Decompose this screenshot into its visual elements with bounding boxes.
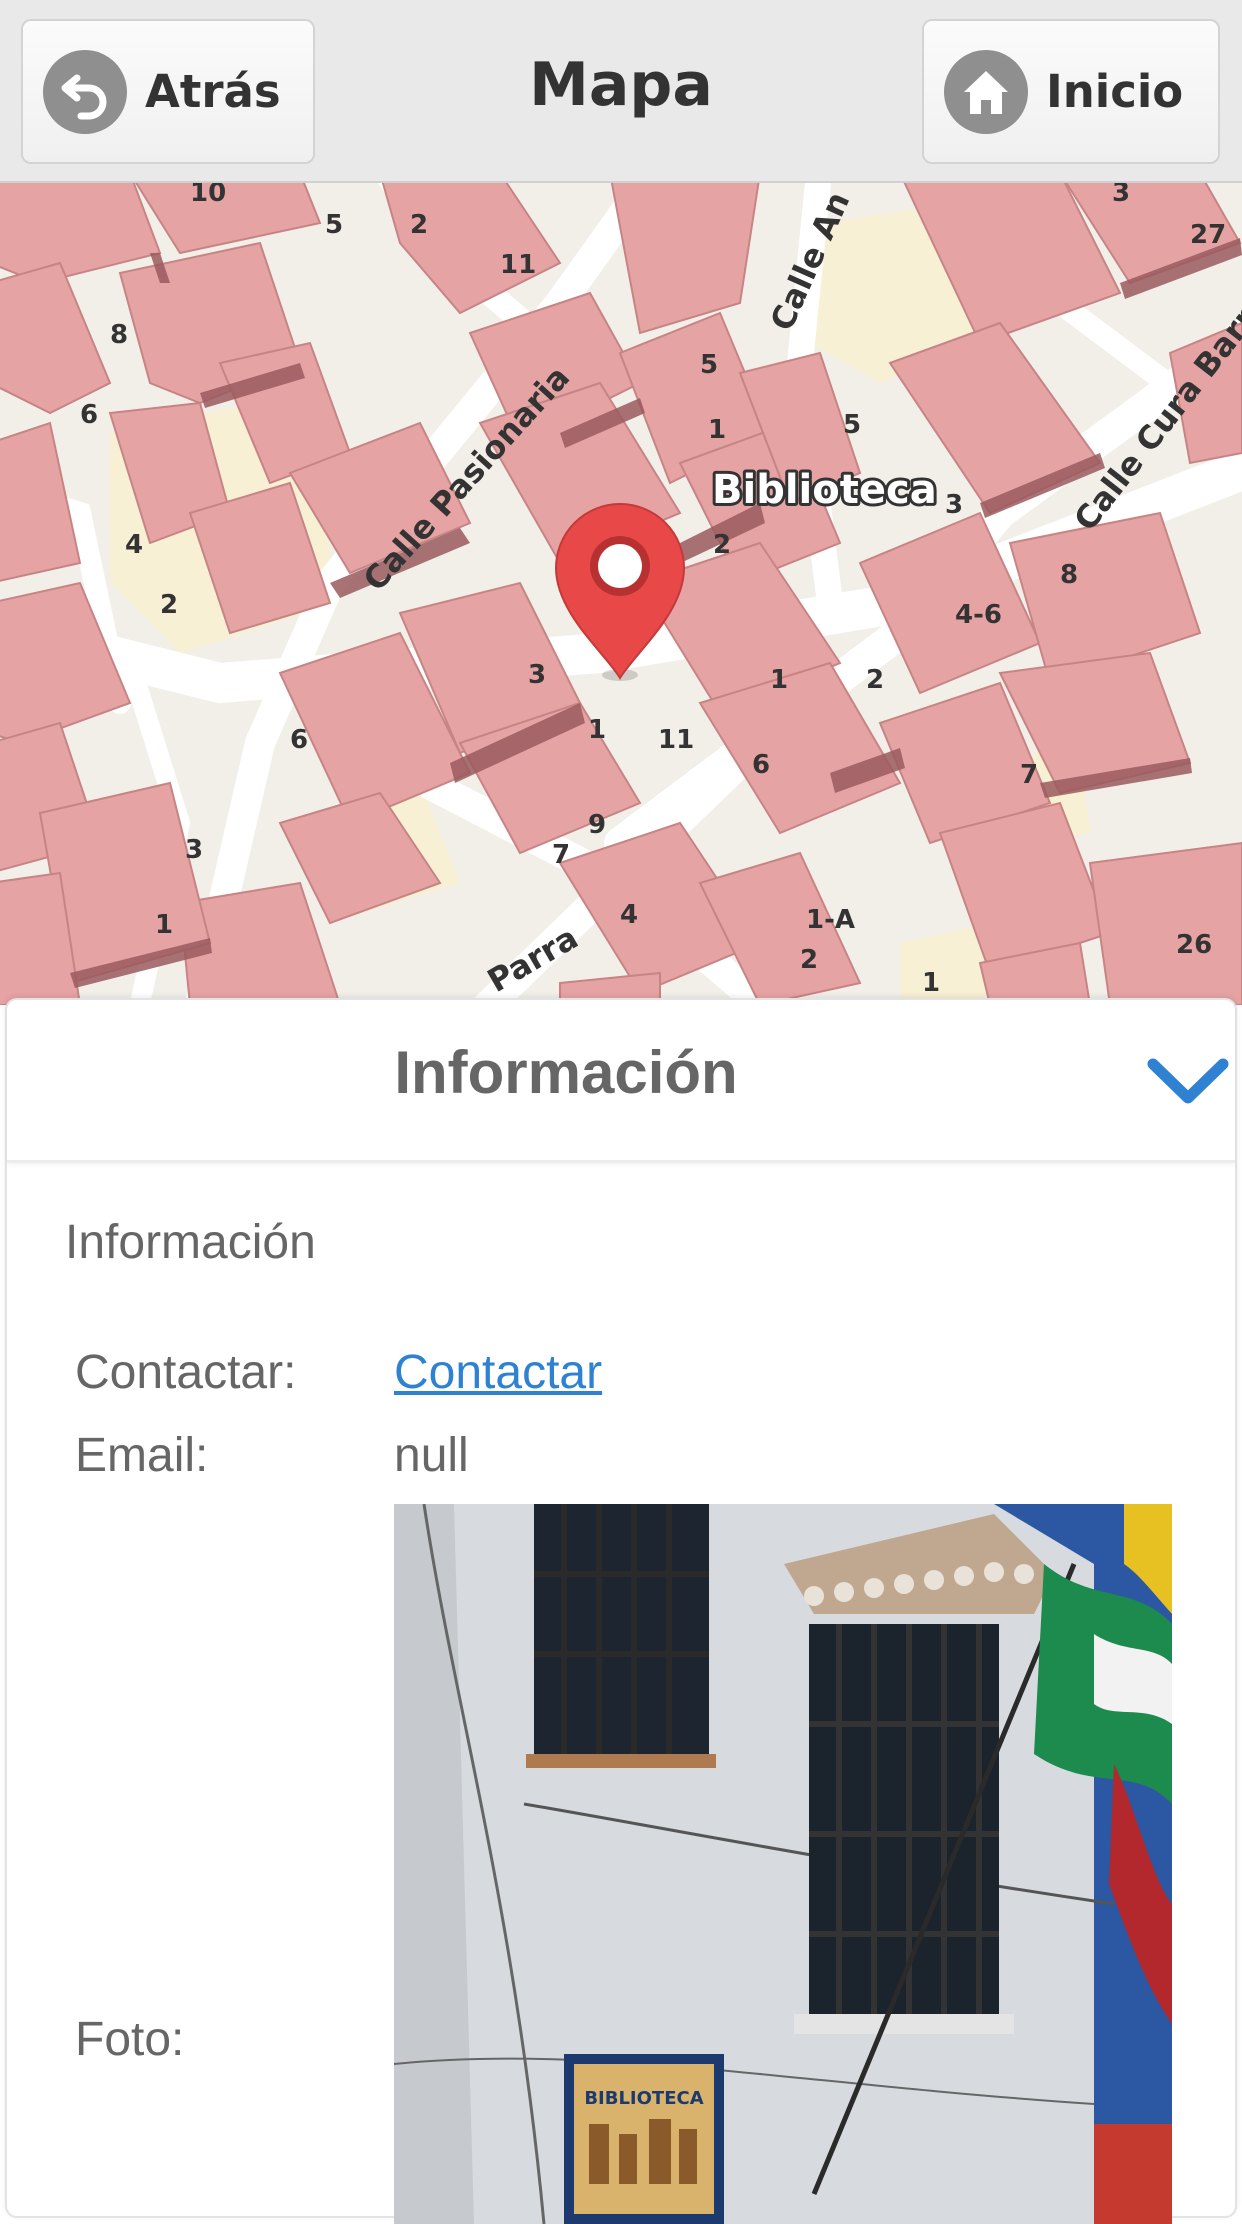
svg-text:2: 2 [800, 945, 818, 975]
info-panel-title: Información [394, 1039, 738, 1106]
svg-text:4: 4 [620, 900, 638, 930]
svg-text:1: 1 [770, 665, 788, 695]
info-panel: Información Información Contactar: Conta… [5, 998, 1237, 2224]
svg-text:4: 4 [125, 530, 143, 560]
email-label: Email: [75, 1429, 209, 1482]
svg-text:1: 1 [922, 968, 940, 998]
svg-text:2: 2 [713, 530, 731, 560]
svg-text:11: 11 [658, 725, 694, 755]
building-photo[interactable]: BIBLIOTECA [394, 1504, 1172, 2224]
svg-text:5: 5 [843, 410, 861, 440]
svg-text:8: 8 [1060, 560, 1078, 590]
svg-text:10: 10 [190, 183, 226, 208]
svg-text:26: 26 [1176, 930, 1212, 960]
svg-text:2: 2 [160, 590, 178, 620]
photo-sign-text: BIBLIOTECA [584, 2088, 703, 2109]
svg-text:3: 3 [528, 660, 546, 690]
email-value: null [394, 1429, 469, 1482]
svg-text:3: 3 [945, 490, 963, 520]
svg-text:9: 9 [588, 810, 606, 840]
svg-text:6: 6 [752, 750, 770, 780]
svg-text:27: 27 [1190, 220, 1226, 250]
contact-label: Contactar: [75, 1346, 297, 1399]
home-icon [944, 49, 1028, 134]
svg-text:6: 6 [290, 725, 308, 755]
svg-text:5: 5 [325, 210, 343, 240]
svg-text:7: 7 [1020, 760, 1038, 790]
top-bar: Atrás Mapa Inicio [0, 0, 1242, 183]
svg-text:1: 1 [708, 415, 726, 445]
contact-link[interactable]: Contactar [394, 1345, 602, 1400]
photo-label: Foto: [75, 2013, 185, 2066]
svg-text:1: 1 [155, 910, 173, 940]
svg-text:6: 6 [80, 400, 98, 430]
home-button[interactable]: Inicio [922, 19, 1220, 164]
svg-text:5: 5 [700, 350, 718, 380]
svg-text:8: 8 [110, 320, 128, 350]
home-label: Inicio [1046, 65, 1184, 118]
svg-text:1: 1 [588, 715, 606, 745]
info-panel-header[interactable]: Información [7, 1000, 1235, 1163]
chevron-down-icon[interactable] [1145, 1050, 1231, 1110]
svg-text:4-6: 4-6 [955, 600, 1002, 630]
svg-text:2: 2 [866, 665, 884, 695]
map-view[interactable]: 10 5 2 11 8 6 425 153 2 27 3 311 11 6 9 748 4-6 2… [0, 183, 1242, 1005]
svg-text:3: 3 [185, 835, 203, 865]
svg-text:1-A: 1-A [806, 905, 855, 935]
section-title: Información [65, 1216, 316, 1269]
poi-label: Biblioteca [712, 467, 937, 513]
svg-text:7: 7 [552, 840, 570, 870]
svg-text:3: 3 [1112, 183, 1130, 208]
svg-text:11: 11 [500, 250, 536, 280]
svg-text:2: 2 [410, 210, 428, 240]
